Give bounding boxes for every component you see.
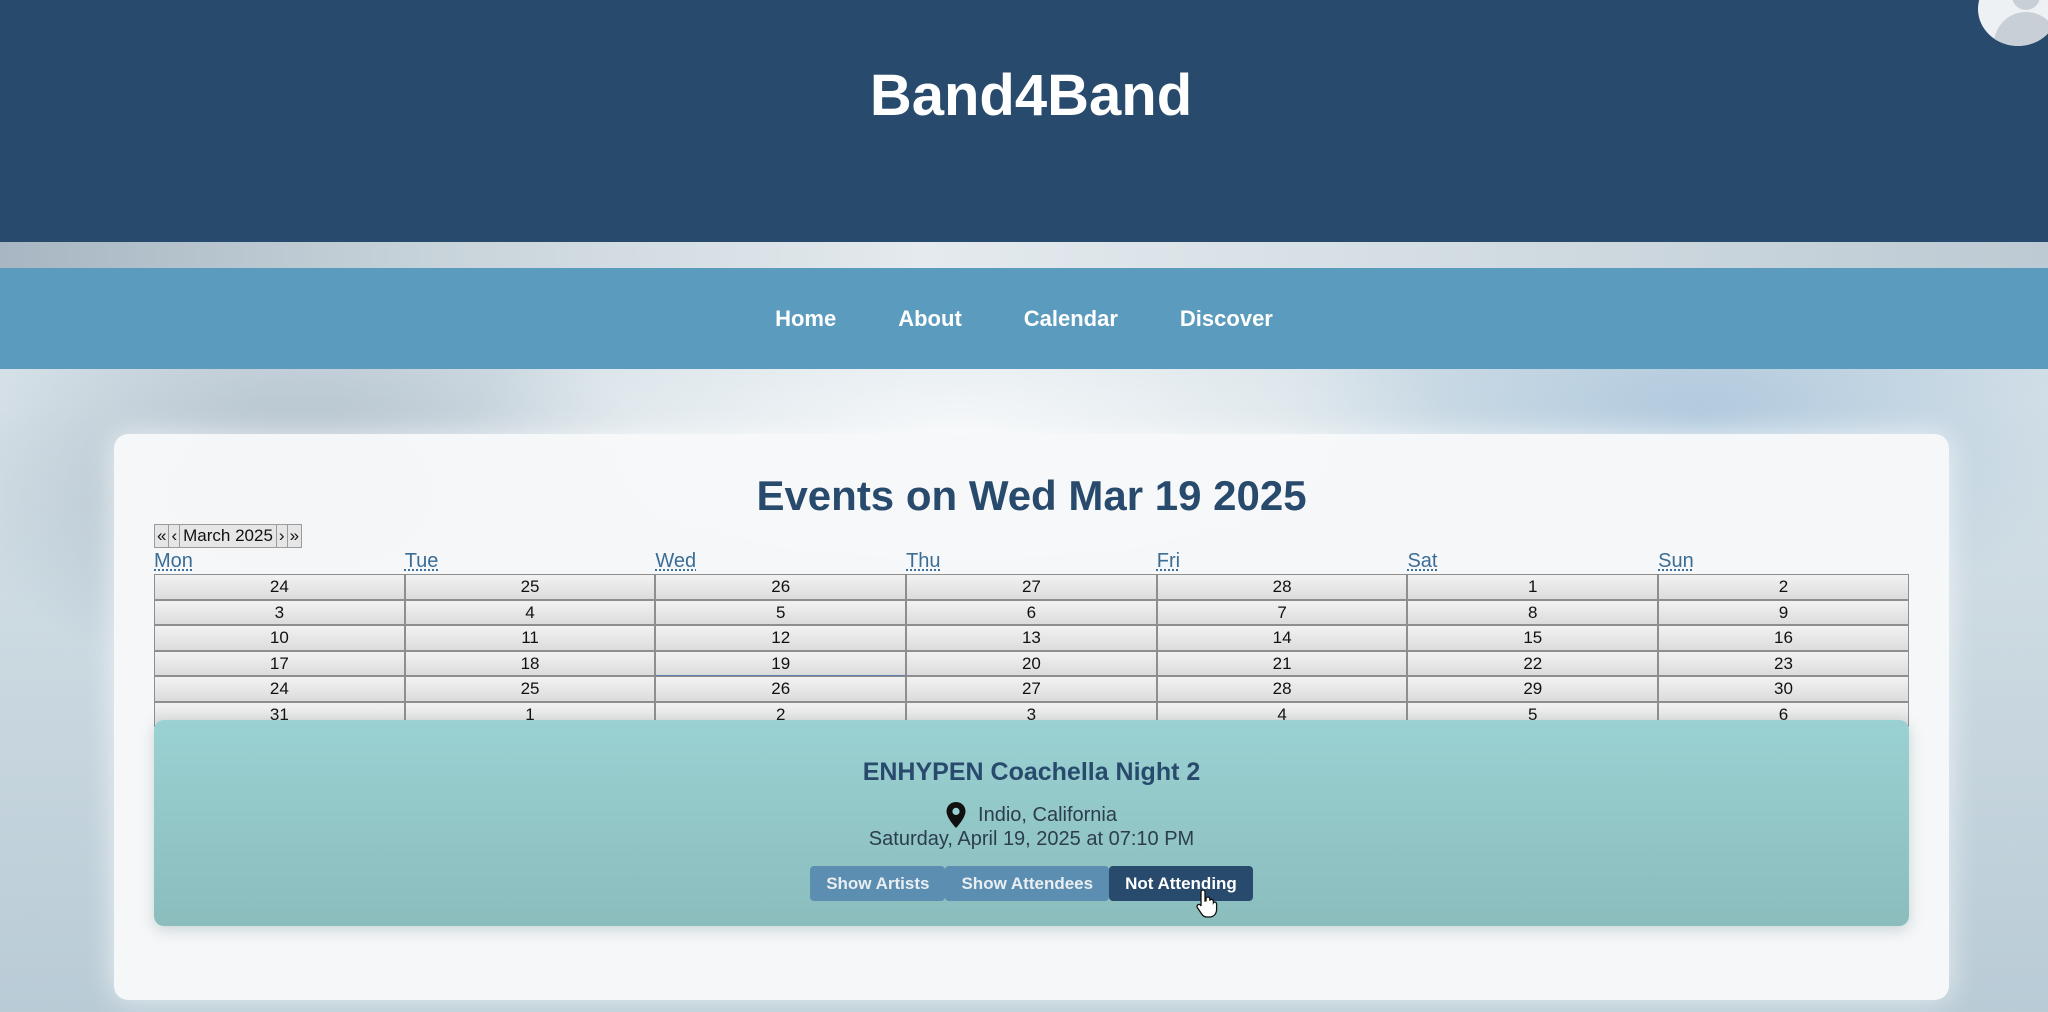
avatar-head — [2012, 0, 2040, 10]
calendar-day[interactable]: 1 — [1407, 574, 1659, 600]
calendar-day[interactable]: 26 — [655, 574, 907, 600]
calendar-day[interactable]: 17 — [154, 650, 405, 676]
attendance-toggle-button[interactable]: Not Attending — [1109, 866, 1253, 901]
event-location-text: Indio, California — [978, 803, 1117, 826]
calendar-day[interactable]: 15 — [1407, 625, 1659, 651]
calendar-day[interactable]: 28 — [1156, 574, 1408, 600]
calendar-day[interactable]: 3 — [154, 599, 405, 625]
main-nav: Home About Calendar Discover — [0, 268, 2048, 369]
weekday-mon: Mon — [154, 550, 193, 572]
next-month-button[interactable]: › — [277, 525, 288, 547]
weekday-sat: Sat — [1407, 550, 1438, 572]
calendar-day[interactable]: 27 — [906, 676, 1157, 702]
calendar-week: 3456789 — [154, 599, 1909, 625]
calendar-week: 24 25 26 27 28 1 2 — [154, 574, 1909, 600]
calendar-day[interactable]: 22 — [1407, 650, 1659, 676]
calendar-day[interactable]: 4 — [404, 599, 656, 625]
last-month-button[interactable]: » — [288, 525, 301, 547]
calendar-day[interactable]: 25 — [404, 676, 656, 702]
calendar-day[interactable]: 30 — [1658, 676, 1909, 702]
weekday-thu: Thu — [906, 550, 941, 572]
calendar-week: 17 18 19 20 21 22 23 — [154, 650, 1909, 676]
avatar-shoulders — [1994, 12, 2048, 46]
calendar-day[interactable]: 7 — [1156, 599, 1408, 625]
map-pin-icon — [946, 802, 966, 828]
weekday-sun: Sun — [1658, 550, 1694, 572]
calendar-day[interactable]: 27 — [906, 574, 1157, 600]
calendar-day[interactable]: 16 — [1658, 625, 1909, 651]
show-attendees-button[interactable]: Show Attendees — [945, 866, 1110, 901]
site-header: Band4Band — [0, 0, 2048, 242]
calendar-day[interactable]: 20 — [906, 650, 1157, 676]
event-name: ENHYPEN Coachella Night 2 — [862, 758, 1201, 786]
calendar-day[interactable]: 2 — [1658, 574, 1909, 600]
calendar-day[interactable]: 14 — [1156, 625, 1408, 651]
calendar-day[interactable]: 26 — [655, 676, 907, 702]
event-actions: Show Artists Show Attendees Not Attendin… — [154, 866, 1909, 901]
calendar-grid: Mon Tue Wed Thu Fri Sat Sun 24 25 26 27 28 1 2… — [154, 550, 1909, 727]
calendar-navigation: « ‹ March 2025 › » — [154, 524, 303, 548]
event-datetime: Saturday, April 19, 2025 at 07:10 PM — [868, 828, 1195, 850]
calendar-day[interactable]: 6 — [906, 599, 1157, 625]
calendar-day[interactable]: 13 — [906, 625, 1157, 651]
calendar-day[interactable]: 8 — [1407, 599, 1659, 625]
calendar-day[interactable]: 25 — [404, 574, 656, 600]
calendar-day[interactable]: 24 — [154, 574, 405, 600]
month-label[interactable]: March 2025 — [180, 525, 277, 547]
calendar-day[interactable]: 11 — [404, 625, 656, 651]
calendar-day[interactable]: 21 — [1156, 650, 1408, 676]
events-panel: Events on Wed Mar 19 2025 « ‹ March 2025… — [114, 434, 1949, 1000]
user-avatar-icon[interactable] — [1978, 0, 2048, 46]
weekday-fri: Fri — [1156, 550, 1181, 572]
calendar-day[interactable]: 19 — [655, 650, 907, 676]
calendar-week: 24 25 26 27 28 29 30 — [154, 676, 1909, 702]
nav-home[interactable]: Home — [744, 306, 867, 332]
nav-about[interactable]: About — [867, 306, 993, 332]
show-artists-button[interactable]: Show Artists — [810, 866, 946, 901]
calendar-day[interactable]: 29 — [1407, 676, 1659, 702]
calendar-day[interactable]: 18 — [404, 650, 656, 676]
site-title: Band4Band — [869, 63, 1193, 128]
calendar-week: 10 11 12 13 14 15 16 — [154, 625, 1909, 651]
events-title: Events on Wed Mar 19 2025 — [756, 472, 1307, 519]
weekday-header: Mon Tue Wed Thu Fri Sat Sun — [154, 550, 1909, 574]
calendar-day[interactable]: 9 — [1658, 599, 1909, 625]
prev-month-button[interactable]: ‹ — [169, 525, 181, 547]
weekday-tue: Tue — [404, 550, 439, 572]
calendar-day[interactable]: 28 — [1156, 676, 1408, 702]
calendar-day[interactable]: 23 — [1658, 650, 1909, 676]
calendar-day[interactable]: 12 — [655, 625, 907, 651]
weekday-wed: Wed — [655, 550, 697, 572]
nav-calendar[interactable]: Calendar — [993, 306, 1149, 332]
calendar-day[interactable]: 10 — [154, 625, 405, 651]
header-divider — [0, 242, 2048, 268]
calendar-day[interactable]: 24 — [154, 676, 405, 702]
calendar-day[interactable]: 5 — [655, 599, 907, 625]
nav-discover[interactable]: Discover — [1149, 306, 1304, 332]
calendar-body: 24 25 26 27 28 1 2 3 4 5 6 7 8 9 10 11 12 13 14 15 16 17 18 19 2… — [154, 574, 1909, 727]
first-month-button[interactable]: « — [155, 525, 170, 547]
event-card: ENHYPEN Coachella Night 2 Indio, Califor… — [154, 720, 1909, 926]
event-location: Indio, California — [154, 802, 1909, 828]
